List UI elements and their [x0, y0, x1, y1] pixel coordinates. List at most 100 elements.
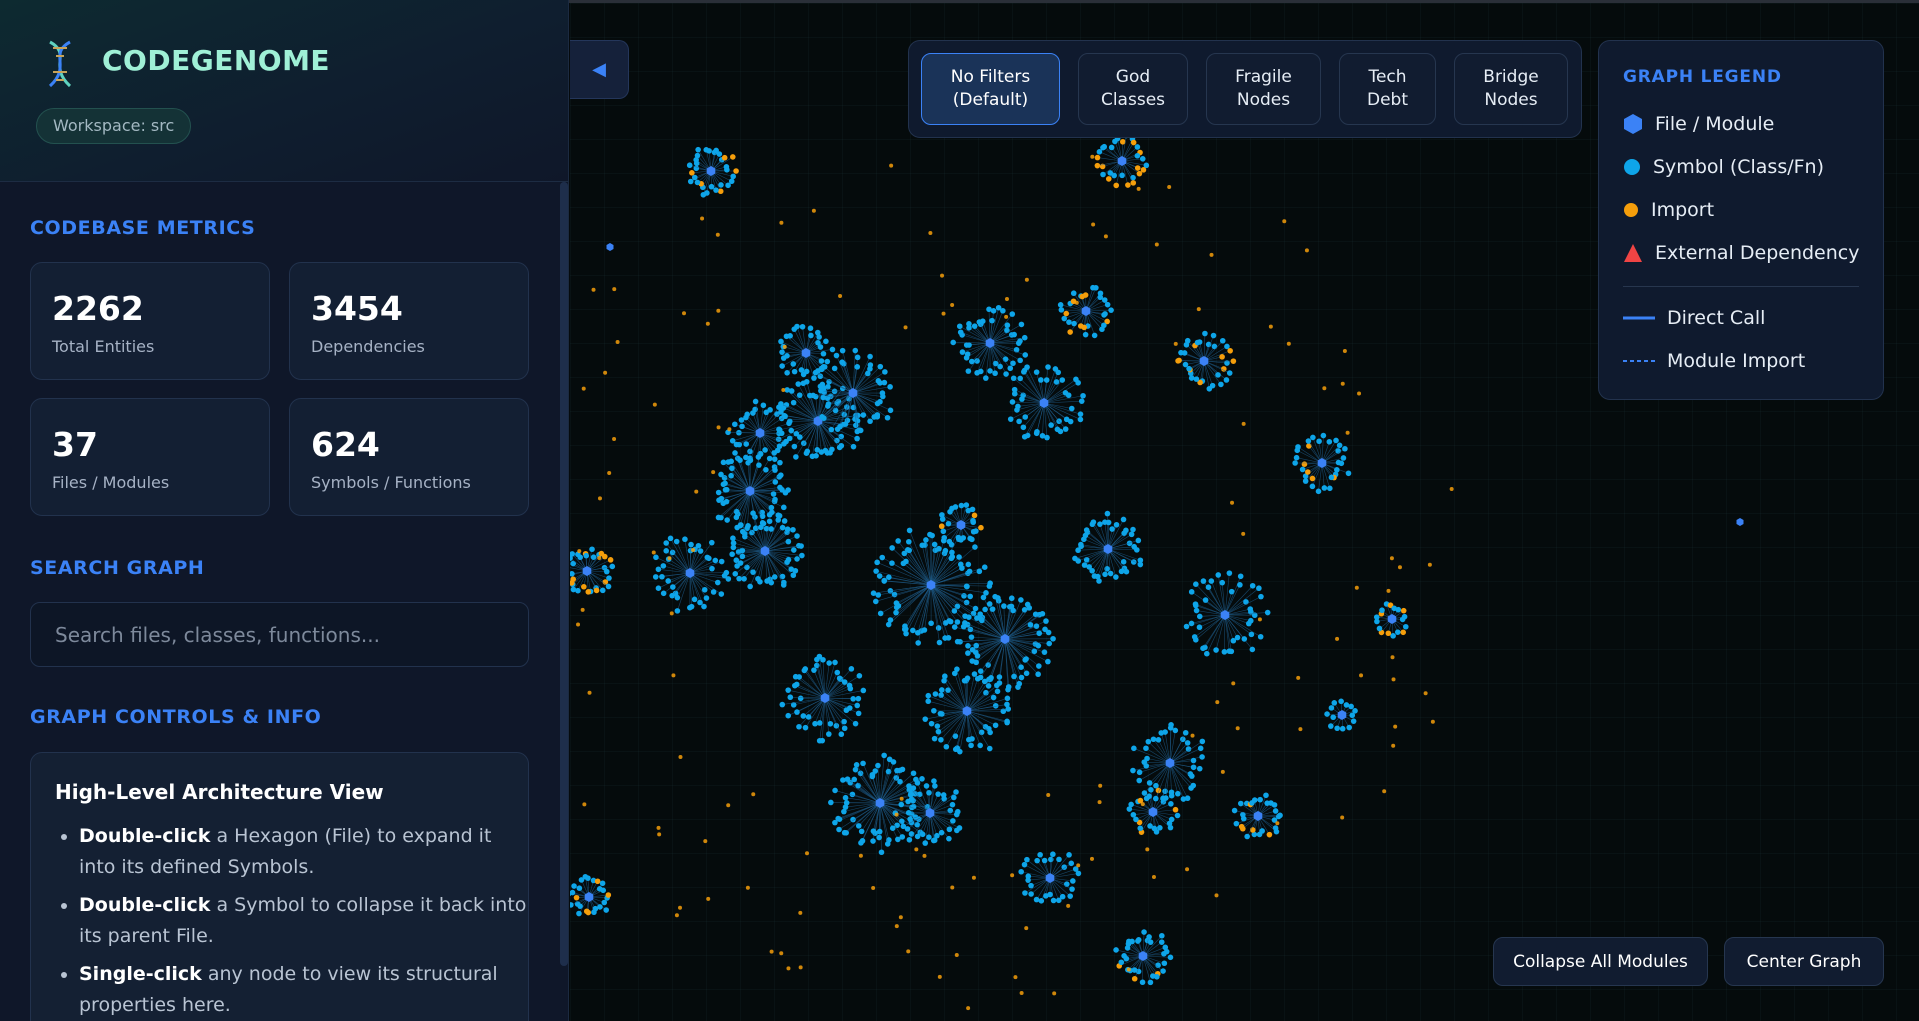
import-node[interactable] — [691, 548, 696, 553]
symbol-node[interactable] — [974, 370, 980, 376]
symbol-node[interactable] — [936, 639, 943, 646]
symbol-node[interactable] — [1150, 973, 1156, 979]
symbol-node[interactable] — [1033, 369, 1040, 375]
symbol-node[interactable] — [968, 634, 975, 640]
symbol-node[interactable] — [1172, 806, 1179, 813]
symbol-node[interactable] — [1093, 284, 1099, 291]
symbol-node[interactable] — [817, 344, 824, 350]
symbol-node[interactable] — [1108, 144, 1115, 151]
symbol-node[interactable] — [1129, 938, 1135, 945]
symbol-node[interactable] — [670, 584, 676, 590]
symbol-node[interactable] — [837, 423, 843, 430]
import-node[interactable] — [1091, 222, 1096, 227]
symbol-node[interactable] — [1118, 959, 1125, 966]
symbol-node[interactable] — [966, 614, 972, 620]
symbol-node[interactable] — [1137, 561, 1144, 568]
symbol-node[interactable] — [1067, 893, 1074, 899]
symbol-node[interactable] — [745, 523, 751, 529]
symbol-node[interactable] — [599, 880, 606, 887]
symbol-node[interactable] — [694, 152, 701, 159]
symbol-node[interactable] — [1304, 469, 1311, 475]
symbol-node[interactable] — [835, 815, 841, 822]
symbol-node[interactable] — [1188, 375, 1195, 381]
symbol-node[interactable] — [876, 834, 882, 841]
symbol-node[interactable] — [1083, 527, 1090, 533]
symbol-node[interactable] — [832, 407, 839, 414]
symbol-node[interactable] — [775, 517, 782, 523]
symbol-node[interactable] — [833, 352, 840, 359]
symbol-node[interactable] — [1147, 939, 1154, 945]
symbol-node[interactable] — [600, 887, 606, 894]
symbol-node[interactable] — [766, 455, 773, 462]
symbol-node[interactable] — [1144, 755, 1150, 762]
symbol-node[interactable] — [1136, 769, 1143, 776]
symbol-node[interactable] — [860, 687, 867, 694]
symbol-node[interactable] — [879, 554, 886, 561]
symbol-node[interactable] — [1108, 307, 1114, 313]
symbol-node[interactable] — [925, 692, 932, 699]
symbol-node[interactable] — [1168, 789, 1175, 796]
import-node[interactable] — [1359, 673, 1364, 678]
symbol-node[interactable] — [1015, 403, 1021, 410]
symbol-node[interactable] — [1334, 725, 1340, 732]
symbol-node[interactable] — [1001, 603, 1007, 609]
import-node[interactable] — [671, 673, 676, 678]
symbol-node[interactable] — [819, 414, 825, 420]
symbol-node[interactable] — [838, 731, 845, 738]
import-node[interactable] — [798, 910, 803, 915]
import-node[interactable] — [928, 231, 933, 236]
symbol-node[interactable] — [1251, 797, 1258, 803]
symbol-node[interactable] — [778, 408, 784, 415]
symbol-node[interactable] — [601, 553, 608, 560]
import-node[interactable] — [903, 325, 908, 330]
symbol-node[interactable] — [865, 370, 871, 377]
symbol-node[interactable] — [932, 691, 939, 697]
sidebar-toggle-button[interactable]: ◀ — [570, 40, 629, 99]
symbol-node[interactable] — [652, 574, 659, 580]
symbol-node[interactable] — [925, 698, 932, 705]
import-node[interactable] — [745, 885, 750, 890]
import-node[interactable] — [576, 622, 581, 627]
symbol-node[interactable] — [724, 166, 730, 173]
symbol-node[interactable] — [1159, 932, 1165, 939]
symbol-node[interactable] — [1181, 350, 1188, 356]
symbol-node[interactable] — [1379, 607, 1385, 614]
symbol-node[interactable] — [895, 538, 901, 544]
symbol-node[interactable] — [1172, 727, 1179, 734]
symbol-node[interactable] — [1121, 953, 1127, 959]
symbol-node[interactable] — [722, 480, 728, 487]
symbol-node[interactable] — [1054, 426, 1061, 433]
symbol-node[interactable] — [973, 642, 980, 649]
symbol-node[interactable] — [1238, 823, 1245, 830]
symbol-node[interactable] — [875, 762, 881, 769]
symbol-node[interactable] — [570, 571, 575, 577]
symbol-node[interactable] — [1182, 361, 1189, 368]
symbol-node[interactable] — [778, 430, 785, 437]
symbol-node[interactable] — [949, 801, 956, 808]
symbol-node[interactable] — [1373, 614, 1380, 620]
symbol-node[interactable] — [809, 453, 816, 460]
symbol-node[interactable] — [1230, 358, 1237, 364]
symbol-node[interactable] — [784, 526, 791, 533]
symbol-node[interactable] — [703, 595, 710, 601]
symbol-node[interactable] — [733, 514, 740, 521]
symbol-node[interactable] — [959, 565, 965, 571]
symbol-node[interactable] — [965, 561, 972, 568]
symbol-node[interactable] — [1188, 785, 1194, 791]
symbol-node[interactable] — [653, 554, 659, 561]
symbol-node[interactable] — [1038, 377, 1044, 383]
symbol-node[interactable] — [805, 714, 812, 720]
symbol-node[interactable] — [1395, 606, 1402, 613]
symbol-node[interactable] — [884, 414, 891, 421]
symbol-node[interactable] — [1123, 568, 1130, 575]
symbol-node[interactable] — [905, 809, 912, 816]
import-node[interactable] — [1382, 789, 1387, 794]
import-node[interactable] — [1209, 252, 1214, 257]
symbol-node[interactable] — [1018, 321, 1025, 328]
symbol-node[interactable] — [1043, 377, 1050, 383]
symbol-node[interactable] — [750, 569, 756, 575]
symbol-node[interactable] — [812, 720, 818, 727]
symbol-node[interactable] — [1135, 937, 1142, 943]
symbol-node[interactable] — [797, 695, 804, 702]
symbol-node[interactable] — [1324, 711, 1330, 717]
